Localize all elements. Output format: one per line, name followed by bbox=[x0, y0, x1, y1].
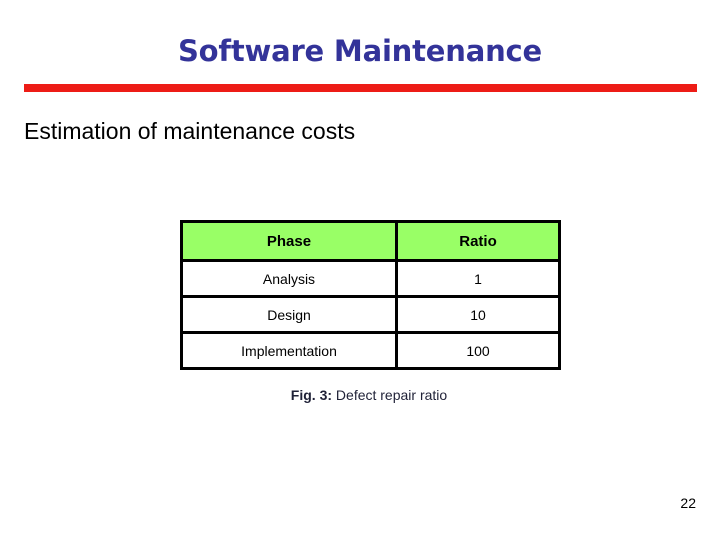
cell-ratio: 100 bbox=[395, 331, 561, 370]
table-header-row: Phase Ratio bbox=[180, 220, 561, 262]
figure-caption-label: Fig. 3: bbox=[290, 387, 333, 403]
cell-phase: Implementation bbox=[180, 331, 398, 370]
slide-canvas: Software Maintenance Estimation of maint… bbox=[0, 0, 720, 540]
column-header-ratio: Ratio bbox=[395, 220, 561, 262]
cell-ratio: 10 bbox=[395, 295, 561, 334]
title-divider-rule bbox=[24, 84, 697, 92]
figure-caption: Fig. 3: Defect repair ratio bbox=[180, 386, 558, 404]
table-row: Implementation 100 bbox=[180, 331, 561, 370]
cell-phase: Analysis bbox=[180, 259, 398, 298]
cell-phase: Design bbox=[180, 295, 398, 334]
page-number: 22 bbox=[680, 495, 696, 511]
page-title: Software Maintenance bbox=[178, 34, 542, 68]
table-row: Design 10 bbox=[180, 295, 561, 334]
slide-subtitle: Estimation of maintenance costs bbox=[24, 118, 356, 144]
column-header-phase: Phase bbox=[180, 220, 398, 262]
table-row: Analysis 1 bbox=[180, 259, 561, 298]
figure-caption-text: Defect repair ratio bbox=[332, 387, 448, 403]
cell-ratio: 1 bbox=[395, 259, 561, 298]
defect-repair-ratio-table: Phase Ratio Analysis 1 Design 10 Impleme… bbox=[180, 220, 561, 370]
